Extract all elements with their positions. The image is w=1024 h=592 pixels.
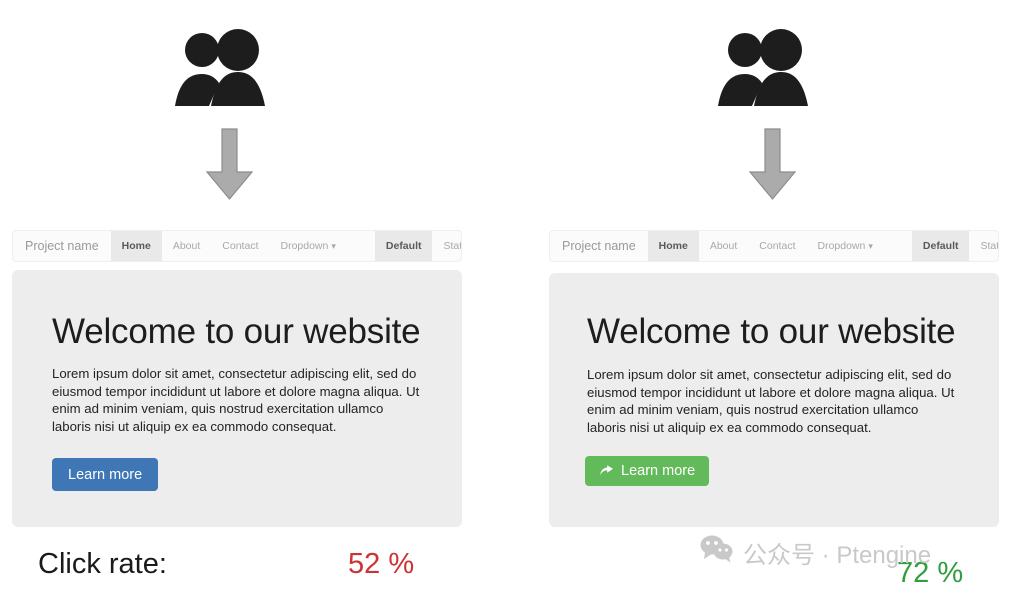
nav-item-static-top[interactable]: Static top (432, 231, 462, 261)
navbar-brand[interactable]: Project name (13, 231, 111, 261)
nav-item-label: Dropdown (817, 240, 866, 252)
learn-more-button-label: Learn more (621, 463, 696, 479)
chevron-down-icon: ▾ (868, 240, 873, 251)
nav-item-static-top[interactable]: Static top (969, 231, 999, 261)
arrow-down-icon (745, 127, 800, 207)
nav-item-about[interactable]: About (162, 231, 211, 261)
nav-item-label: Dropdown (280, 240, 329, 252)
nav-item-dropdown[interactable]: Dropdown ▾ (806, 231, 883, 261)
nav-item-dropdown[interactable]: Dropdown ▾ (269, 231, 346, 261)
navbar-spacer (347, 231, 375, 261)
navbar[interactable]: Project name Home About Contact Dropdown… (12, 230, 462, 262)
variant-a-panel: Project name Home About Contact Dropdown… (0, 0, 512, 592)
click-rate-value: 72 % (897, 557, 964, 589)
variant-b-panel: Project name Home About Contact Dropdown… (512, 0, 1024, 592)
nav-item-home[interactable]: Home (647, 231, 699, 261)
users-icon (165, 28, 275, 113)
learn-more-button[interactable]: Learn more (52, 458, 159, 491)
nav-item-about[interactable]: About (699, 231, 748, 261)
navbar[interactable]: Project name Home About Contact Dropdown… (549, 230, 999, 262)
nav-item-home[interactable]: Home (110, 231, 162, 261)
jumbotron: Welcome to our website Lorem ipsum dolor… (12, 270, 462, 527)
nav-item-label: Contact (222, 240, 259, 252)
nav-item-contact[interactable]: Contact (211, 231, 269, 261)
click-rate-label: Click rate: (38, 548, 167, 580)
nav-item-label: Static top (443, 240, 462, 252)
nav-item-label: Home (658, 240, 688, 252)
learn-more-button-label: Learn more (68, 466, 143, 483)
nav-item-label: About (172, 240, 201, 252)
nav-item-default[interactable]: Default (911, 231, 970, 261)
nav-item-label: Default (922, 240, 959, 252)
nav-item-contact[interactable]: Contact (748, 231, 806, 261)
navbar-brand[interactable]: Project name (550, 231, 648, 261)
click-rate-value: 52 % (348, 548, 415, 580)
page-title: Welcome to our website (587, 312, 956, 351)
nav-item-label: Home (121, 240, 151, 252)
arrow-up-right-icon (599, 464, 614, 478)
jumbotron: Welcome to our website Lorem ipsum dolor… (549, 273, 999, 527)
learn-more-button[interactable]: Learn more (585, 456, 710, 486)
nav-item-default[interactable]: Default (374, 231, 433, 261)
nav-item-label: About (709, 240, 738, 252)
navbar-spacer (884, 231, 912, 261)
arrow-down-icon (202, 127, 257, 207)
nav-item-label: Contact (759, 240, 796, 252)
page-title: Welcome to our website (52, 312, 421, 351)
nav-item-label: Default (385, 240, 422, 252)
jumbotron-text: Lorem ipsum dolor sit amet, consectetur … (587, 367, 955, 435)
jumbotron-text: Lorem ipsum dolor sit amet, consectetur … (52, 366, 420, 434)
chevron-down-icon: ▾ (331, 240, 336, 251)
nav-item-label: Static top (980, 240, 999, 252)
users-icon (708, 28, 818, 113)
ab-test-comparison: Project name Home About Contact Dropdown… (0, 0, 1024, 592)
